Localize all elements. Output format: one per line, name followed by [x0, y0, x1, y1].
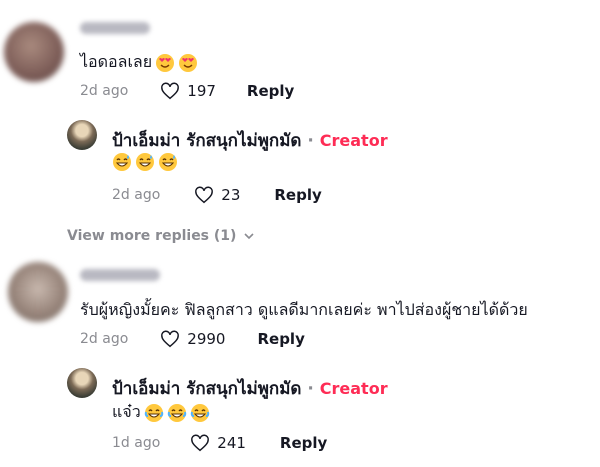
- username-blurred[interactable]: [80, 269, 160, 281]
- love-face-icon: [179, 53, 198, 72]
- joy-icon: [167, 403, 186, 422]
- reply-text-label: แจ๋ว: [112, 402, 141, 421]
- comment-meta: 2d ago 197 Reply: [80, 82, 294, 100]
- like-count: 241: [217, 434, 246, 452]
- creator-username[interactable]: ป้าเอ็มม่า รักสนุกไม่พูกมัด: [112, 379, 301, 399]
- creator-username-row: ป้าเอ็มม่า รักสนุกไม่พูกมัด · Creator: [112, 375, 388, 402]
- username-blurred[interactable]: [80, 22, 150, 34]
- like-button[interactable]: 2990: [160, 330, 225, 348]
- heart-icon: [191, 434, 210, 452]
- reply-button[interactable]: Reply: [247, 82, 294, 100]
- creator-username-row: ป้าเอ็มม่า รักสนุกไม่พูกมัด · Creator: [112, 127, 388, 154]
- chevron-down-icon: [244, 232, 255, 239]
- reply-button[interactable]: Reply: [274, 186, 321, 204]
- like-button[interactable]: 197: [160, 82, 216, 100]
- reply-button[interactable]: Reply: [280, 434, 327, 452]
- comment-text: รับผู้หญิงมั้ยคะ ฟิลลูกสาว ดูแลดีมากเลยค…: [80, 298, 528, 323]
- heart-icon: [161, 330, 180, 348]
- avatar[interactable]: [8, 262, 68, 322]
- reply-meta: 1d ago 241 Reply: [112, 434, 327, 452]
- reply-button[interactable]: Reply: [257, 330, 304, 348]
- creator-avatar[interactable]: [67, 120, 97, 150]
- joy-icon: [190, 403, 209, 422]
- comment-meta: 2d ago 2990 Reply: [80, 330, 305, 348]
- view-more-label: View more replies (1): [67, 228, 237, 244]
- joy-icon: [144, 403, 163, 422]
- avatar[interactable]: [4, 22, 64, 82]
- timestamp: 2d ago: [112, 187, 161, 203]
- like-count: 2990: [187, 330, 226, 348]
- comment-text-label: รับผู้หญิงมั้ยคะ ฟิลลูกสาว ดูแลดีมากเลยค…: [80, 300, 528, 319]
- grin-sweat-icon: [113, 153, 131, 171]
- timestamp: 2d ago: [80, 331, 129, 347]
- love-face-icon: [156, 53, 175, 72]
- separator-dot: ·: [307, 131, 314, 151]
- grin-sweat-icon: [136, 153, 154, 171]
- timestamp: 1d ago: [112, 435, 161, 451]
- heart-icon: [195, 186, 214, 204]
- reply-text: แจ๋ว: [112, 400, 210, 425]
- creator-badge: Creator: [319, 379, 388, 398]
- comment-text-label: ไอดอลเลย: [80, 52, 153, 71]
- grin-sweat-icon: [159, 153, 177, 171]
- reply-text: [112, 152, 178, 172]
- like-count: 197: [187, 82, 216, 100]
- separator-dot: ·: [307, 379, 314, 399]
- like-count: 23: [221, 186, 241, 204]
- view-more-replies[interactable]: View more replies (1): [67, 228, 255, 244]
- creator-badge: Creator: [319, 131, 388, 150]
- like-button[interactable]: 23: [194, 186, 240, 204]
- reply-meta: 2d ago 23 Reply: [112, 186, 322, 204]
- comment-text: ไอดอลเลย: [80, 50, 198, 75]
- creator-username[interactable]: ป้าเอ็มม่า รักสนุกไม่พูกมัด: [112, 131, 301, 151]
- timestamp: 2d ago: [80, 83, 129, 99]
- creator-avatar[interactable]: [67, 368, 97, 398]
- heart-icon: [161, 82, 180, 100]
- like-button[interactable]: 241: [190, 434, 246, 452]
